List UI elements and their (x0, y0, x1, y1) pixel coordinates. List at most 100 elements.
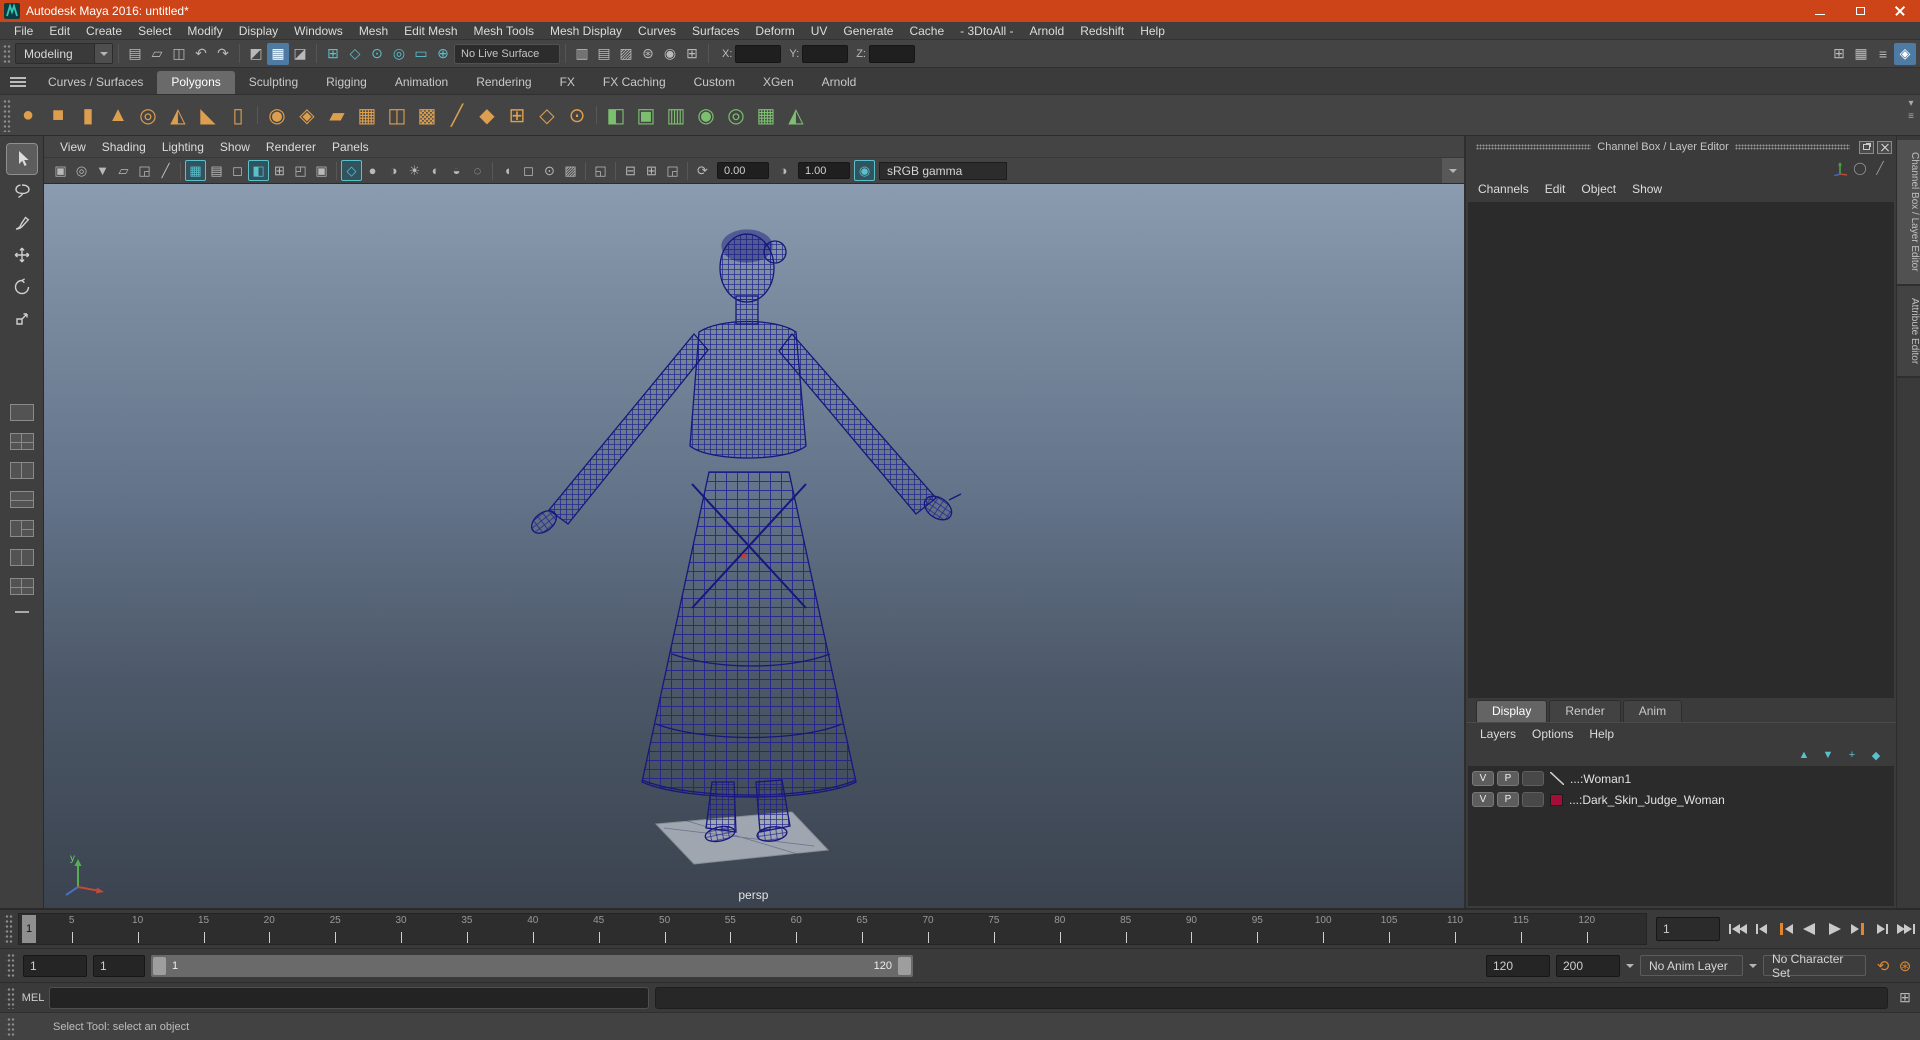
poly-pipe-icon[interactable]: ▯ (223, 100, 253, 130)
planar-projection-icon[interactable]: ▰ (322, 100, 352, 130)
boolean-union-icon[interactable]: ◉ (691, 100, 721, 130)
poly-pyramid-icon[interactable]: ◭ (163, 100, 193, 130)
all-lights-icon[interactable]: ☀ (404, 160, 425, 181)
menu-display[interactable]: Display (231, 22, 286, 40)
menu-edit[interactable]: Edit (41, 22, 78, 40)
shelf-tab-sculpting[interactable]: Sculpting (235, 71, 312, 94)
persp-outliner-layout[interactable] (9, 462, 34, 479)
panel-restore-button[interactable] (1859, 140, 1874, 154)
top-persp-layout[interactable] (9, 491, 34, 508)
character-set-dropdown[interactable]: No Character Set (1763, 952, 1866, 980)
layer-tab-anim[interactable]: Anim (1622, 700, 1683, 722)
menu-uv[interactable]: UV (803, 22, 836, 40)
panel-menu-renderer[interactable]: Renderer (258, 138, 324, 156)
region-tool-icon[interactable]: ◲ (662, 160, 683, 181)
drag-handle[interactable] (2, 43, 11, 64)
open-scene-icon[interactable]: ▱ (146, 43, 168, 65)
menu-redshift[interactable]: Redshift (1072, 22, 1132, 40)
select-tool[interactable] (5, 143, 38, 175)
boolean-difference-icon[interactable]: ◎ (721, 100, 751, 130)
shelf-tab-rigging[interactable]: Rigging (312, 71, 381, 94)
shelf-tab-arnold[interactable]: Arnold (808, 71, 871, 94)
menu-mesh[interactable]: Mesh (351, 22, 396, 40)
add-layer-icon[interactable]: ◆ (1864, 746, 1888, 764)
camera-icon[interactable]: ▣ (50, 160, 71, 181)
layer-color-swatch[interactable] (1550, 793, 1563, 806)
menu-create[interactable]: Create (78, 22, 130, 40)
select-highlight-icon[interactable]: ◱ (590, 160, 611, 181)
menu-generate[interactable]: Generate (835, 22, 901, 40)
range-end-handle[interactable] (898, 956, 911, 975)
subdiv-display-icon[interactable]: ▩ (412, 100, 442, 130)
menu-set-dropdown[interactable]: Modeling (15, 43, 113, 64)
layer-row[interactable]: V P ...:Dark_Skin_Judge_Woman (1468, 789, 1894, 810)
panel-menu-shading[interactable]: Shading (94, 138, 154, 156)
go-to-end-button[interactable] (1894, 918, 1918, 940)
mel-input[interactable] (49, 986, 649, 1009)
y-input[interactable] (802, 44, 849, 63)
grease-pencil-icon[interactable]: ╱ (155, 160, 176, 181)
light-editor-icon[interactable]: ◉ (659, 43, 681, 65)
make-live-icon[interactable]: ⊕ (432, 43, 454, 65)
panel-menu-lighting[interactable]: Lighting (154, 138, 212, 156)
poly-cube-icon[interactable]: ■ (43, 100, 73, 130)
animation-start-field[interactable]: 1 (23, 954, 87, 977)
axis-tool-icon[interactable] (1830, 159, 1850, 177)
panel-menu-show[interactable]: Show (212, 138, 258, 156)
layer-display-type-toggle[interactable] (1522, 792, 1544, 807)
sphere-projection-icon[interactable]: ◉ (262, 100, 292, 130)
command-line-label[interactable]: MEL (17, 992, 49, 1004)
motion-blur-icon[interactable]: ◌ (467, 160, 488, 181)
quad-draw-icon[interactable]: ◇ (532, 100, 562, 130)
poly-sphere-icon[interactable]: ● (13, 100, 43, 130)
step-forward-key-button[interactable] (1846, 918, 1870, 940)
multi-cut-icon[interactable]: ╱ (442, 100, 472, 130)
grid-fill-icon[interactable]: ▦ (352, 100, 382, 130)
step-forward-frame-button[interactable] (1870, 918, 1894, 940)
undo-icon[interactable]: ↶ (190, 43, 212, 65)
layer-name[interactable]: ...:Dark_Skin_Judge_Woman (1569, 793, 1725, 807)
snap-view-plane-icon[interactable]: ▭ (410, 43, 432, 65)
anim-prefs-icon[interactable]: ⊛ (1894, 955, 1916, 977)
z-input[interactable] (868, 44, 915, 63)
workspace-classic-icon[interactable]: ⊞ (1828, 43, 1850, 65)
layer-playback-toggle[interactable]: P (1497, 792, 1519, 807)
anim-layer-dropdown[interactable]: No Anim Layer (1640, 955, 1743, 976)
add-empty-layer-icon[interactable]: + (1840, 746, 1864, 764)
layer-name[interactable]: ...:Woman1 (1570, 772, 1631, 786)
panel-menu-view[interactable]: View (52, 138, 94, 156)
channel-menu-edit[interactable]: Edit (1537, 180, 1574, 198)
channel-box-header[interactable]: Channel Box / Layer Editor (1466, 136, 1896, 158)
render-frame-icon[interactable]: ▤ (593, 43, 615, 65)
menu-deform[interactable]: Deform (747, 22, 802, 40)
shelf-tab-custom[interactable]: Custom (680, 71, 749, 94)
2d-pan-zoom-icon[interactable]: ◲ (134, 160, 155, 181)
outliner-persp-layout[interactable] (9, 549, 34, 566)
exposure-icon[interactable]: ⟳ (692, 160, 713, 181)
x-input[interactable] (735, 44, 782, 63)
layer-menu-layers[interactable]: Layers (1472, 725, 1524, 743)
gate-mask-icon[interactable]: ◧ (248, 160, 269, 181)
snap-projected-center-icon[interactable]: ◎ (388, 43, 410, 65)
select-object-icon[interactable]: ▦ (267, 42, 289, 65)
persp-graph-layout[interactable] (9, 520, 34, 537)
xray-joints-icon[interactable]: ⊙ (539, 160, 560, 181)
move-layer-down-icon[interactable]: ▼ (1816, 746, 1840, 764)
menu-modify[interactable]: Modify (179, 22, 230, 40)
rotate-tool[interactable] (7, 272, 37, 302)
range-slider[interactable]: 1 120 (151, 954, 913, 977)
uv-checker-icon[interactable]: ▦ (751, 100, 781, 130)
shelf-menu-icon[interactable]: ▾ (1903, 97, 1919, 110)
go-to-start-button[interactable] (1726, 918, 1750, 940)
drag-handle[interactable] (6, 952, 15, 979)
time-slider[interactable]: 1 5 10 15 20 25 30 35 40 45 50 55 60 65 70 75 80 85 90 95 1… (18, 913, 1647, 945)
layer-menu-help[interactable]: Help (1581, 725, 1622, 743)
ipr-render-icon[interactable]: ▨ (615, 43, 637, 65)
side-tab-channel-box-layer-editor[interactable]: Channel Box / Layer Editor (1897, 140, 1920, 286)
channel-menu-show[interactable]: Show (1624, 180, 1670, 198)
menu-surfaces[interactable]: Surfaces (684, 22, 747, 40)
scale-tool[interactable] (7, 304, 37, 334)
pane-split-icon[interactable]: ⊟ (620, 160, 641, 181)
exposure-field[interactable]: 0.00 (717, 162, 769, 179)
play-backwards-button[interactable] (1798, 918, 1822, 940)
